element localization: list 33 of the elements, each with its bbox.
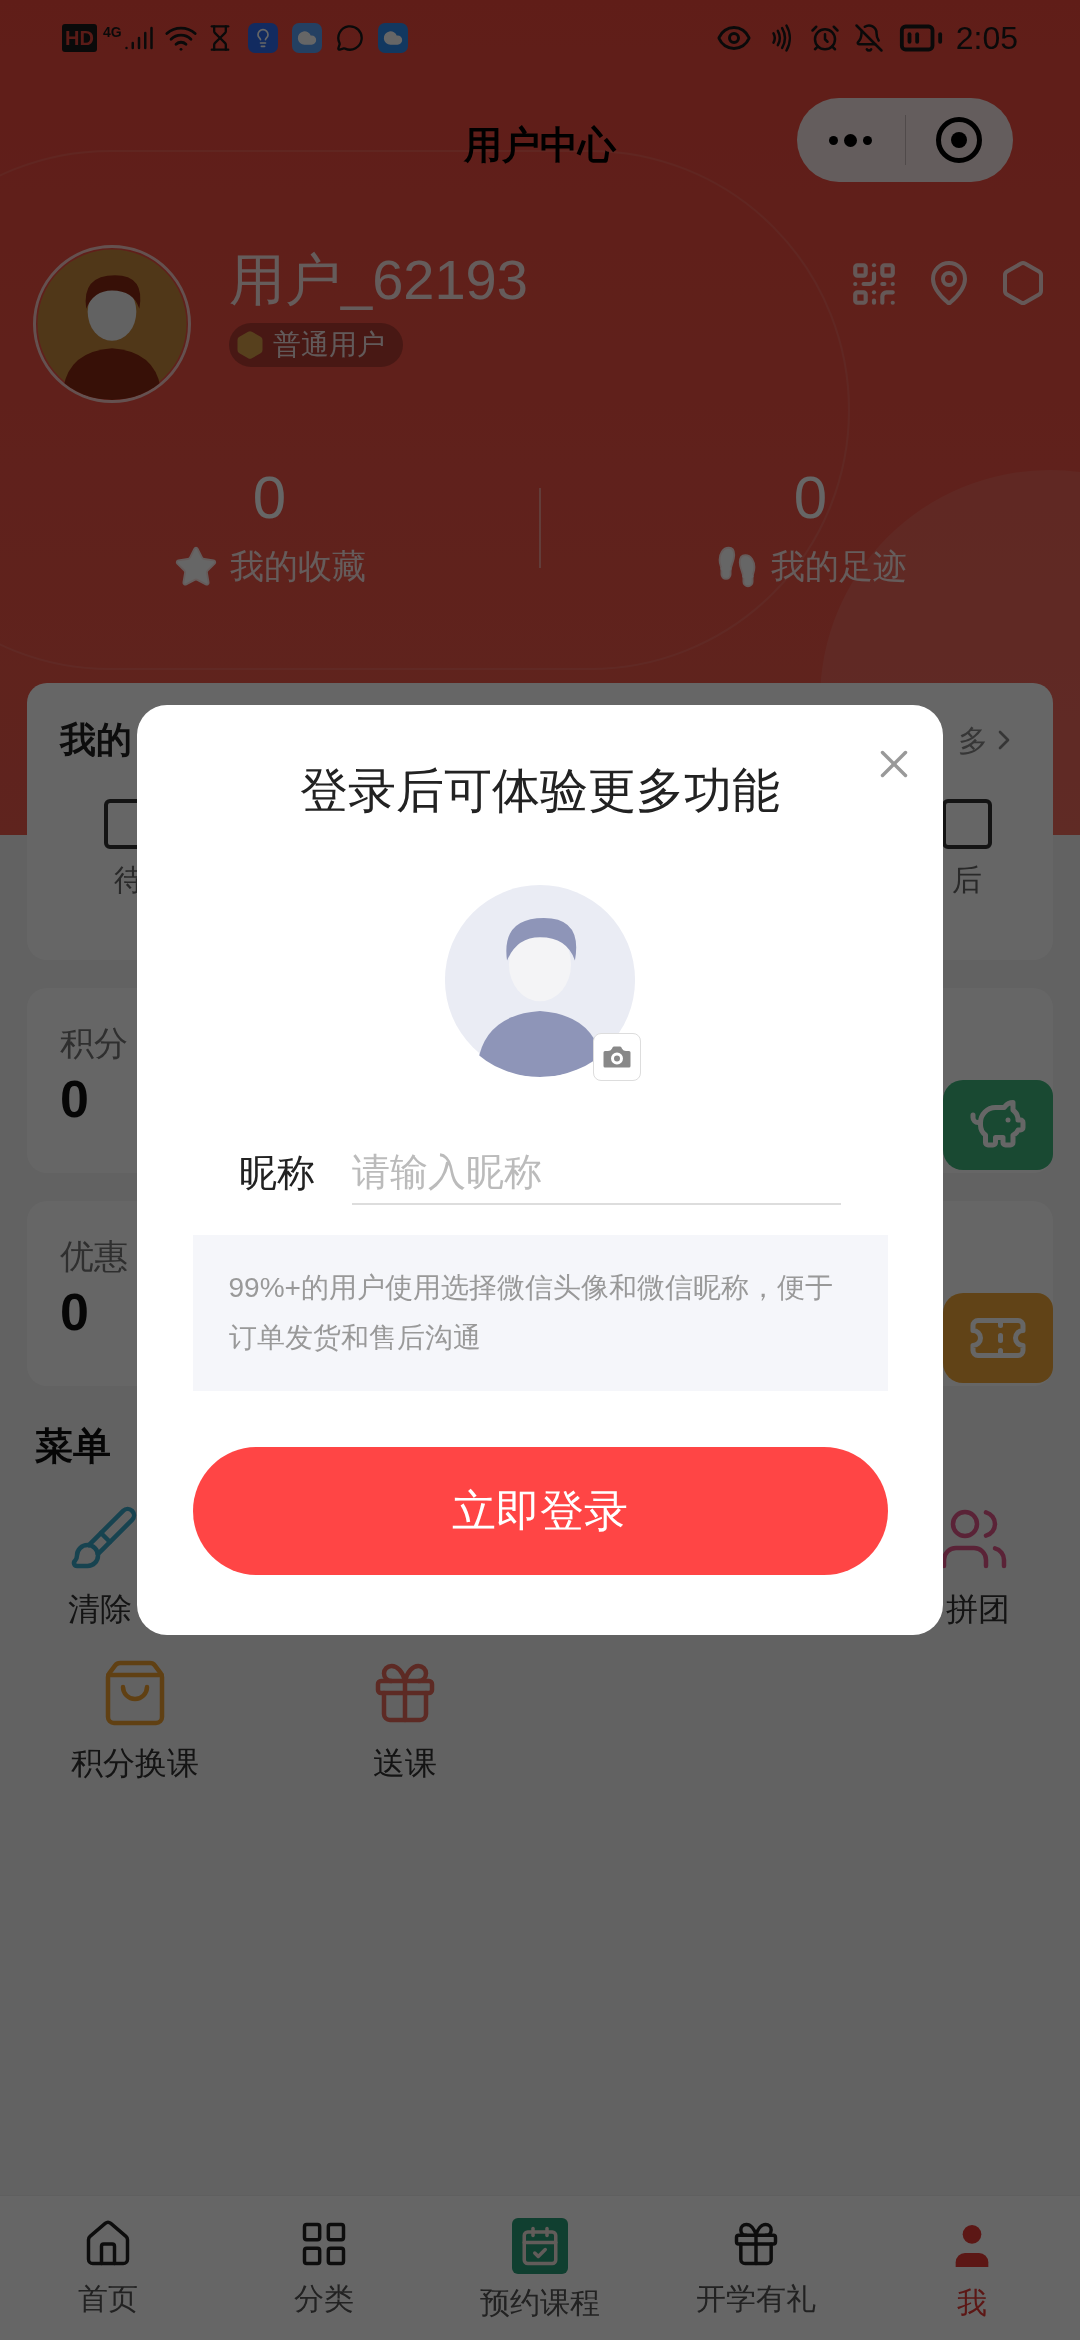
calendar-icon — [512, 2218, 568, 2274]
hint-text: 99%+的用户使用选择微信头像和微信昵称，便于订单发货和售后沟通 — [192, 1235, 888, 1391]
tab-item[interactable]: 预约课程 — [432, 2196, 648, 2340]
bulb-app-icon — [247, 22, 278, 53]
hd-badge: HD — [62, 23, 97, 52]
menu-item[interactable]: 积分换课 — [71, 1739, 199, 1787]
menu-item[interactable]: 清除 — [68, 1585, 132, 1633]
network-type: 4G — [102, 23, 122, 42]
dialog-title: 登录后可体验更多功能 — [300, 763, 780, 819]
alarm-icon — [809, 22, 840, 53]
section-title: 菜单 — [34, 1424, 112, 1469]
nickname-field[interactable]: 请输入昵称 — [352, 1141, 841, 1205]
asset-value: 0 — [60, 1282, 89, 1342]
card-title: 我的 — [60, 718, 132, 762]
menu-item[interactable]: 送课 — [373, 1739, 437, 1787]
status-time: 2:05 — [955, 18, 1018, 58]
tab-item[interactable]: 分类 — [216, 2196, 432, 2340]
weather-app-icon — [377, 22, 408, 53]
stat-count: 0 — [252, 463, 287, 533]
menu-item[interactable]: 拼团 — [946, 1585, 1010, 1633]
cloud-app-icon — [291, 22, 322, 53]
nickname-label: 昵称 — [239, 1150, 316, 1196]
login-button[interactable]: 立即登录 — [192, 1447, 888, 1575]
tab-item[interactable]: 我 — [864, 2196, 1080, 2340]
stat-count: 0 — [793, 463, 828, 533]
asset-value: 0 — [60, 1069, 89, 1129]
bell-off-icon — [853, 22, 884, 53]
tab-item[interactable]: 开学有礼 — [648, 2196, 864, 2340]
page-title: 用户中心 — [464, 122, 616, 168]
tab-item[interactable]: 首页 — [0, 2196, 216, 2340]
chat-icon — [335, 23, 364, 52]
username: 用户_62193 — [229, 247, 528, 313]
order-status-label[interactable]: 后 — [952, 857, 982, 902]
